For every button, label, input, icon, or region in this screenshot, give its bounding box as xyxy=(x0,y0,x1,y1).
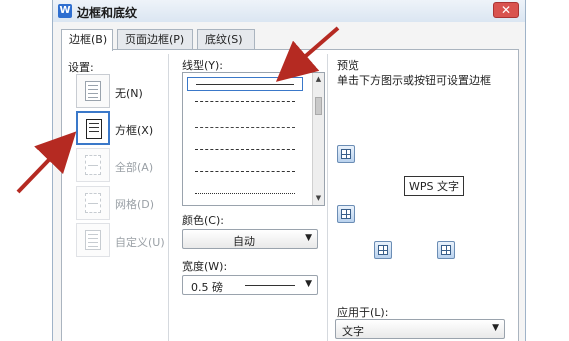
wps-app-icon: W xyxy=(58,4,72,18)
bottom-border-button[interactable] xyxy=(337,205,355,223)
chevron-down-icon: ▼ xyxy=(492,323,499,333)
setting-grid-label[interactable]: 网格(D) xyxy=(115,196,154,212)
line-style-dashed-long[interactable] xyxy=(187,95,303,109)
width-value: 0.5 磅 xyxy=(191,281,223,294)
chevron-down-icon: ▼ xyxy=(305,233,312,243)
doc-box-icon xyxy=(86,119,102,139)
color-dropdown[interactable]: 自动 ▼ xyxy=(182,229,318,249)
preview-hint: 单击下方图示或按钮可设置边框 xyxy=(337,74,491,87)
setting-custom-option[interactable] xyxy=(76,223,110,257)
line-style-list[interactable]: ▲ ▼ xyxy=(182,72,325,206)
border-top-icon xyxy=(341,149,351,159)
tab-page-border[interactable]: 页面边框(P) xyxy=(117,29,193,50)
color-value: 自动 xyxy=(233,235,255,248)
color-label: 颜色(C): xyxy=(182,214,224,227)
setting-none-label[interactable]: 无(N) xyxy=(115,85,143,101)
title-bar: W 边框和底纹 ✕ xyxy=(53,0,525,22)
border-bottom-icon xyxy=(341,209,351,219)
setting-all-option[interactable] xyxy=(76,148,110,182)
setting-all-label[interactable]: 全部(A) xyxy=(115,159,153,175)
line-style-dashed-short[interactable] xyxy=(187,121,303,135)
setting-custom-label[interactable]: 自定义(U) xyxy=(115,234,165,250)
preview-sample-text: WPS 文字 xyxy=(404,176,464,196)
apply-to-value: 文字 xyxy=(342,325,364,338)
line-style-dash-dot[interactable] xyxy=(187,143,303,157)
left-border-button[interactable] xyxy=(374,241,392,259)
close-button[interactable]: ✕ xyxy=(493,2,519,18)
apply-to-dropdown[interactable]: 文字 ▼ xyxy=(335,319,505,339)
line-style-dash-dot-dot[interactable] xyxy=(187,165,303,179)
width-dropdown[interactable]: 0.5 磅 ▼ xyxy=(182,275,318,295)
border-right-icon xyxy=(441,245,451,255)
line-style-scrollbar[interactable]: ▲ ▼ xyxy=(312,73,324,205)
dialog-title: 边框和底纹 xyxy=(77,6,138,20)
setting-box-option[interactable] xyxy=(76,111,110,145)
line-style-dotted[interactable] xyxy=(187,187,303,201)
line-style-solid[interactable] xyxy=(187,77,303,91)
doc-all-icon xyxy=(85,155,101,175)
preview-label: 预览 xyxy=(337,59,359,72)
border-left-icon xyxy=(378,245,388,255)
scroll-down-icon[interactable]: ▼ xyxy=(313,193,324,204)
right-border-button[interactable] xyxy=(437,241,455,259)
tab-borders[interactable]: 边框(B) xyxy=(61,29,113,51)
doc-grid-icon xyxy=(85,193,101,213)
tab-shading[interactable]: 底纹(S) xyxy=(197,29,255,50)
line-style-label: 线型(Y): xyxy=(182,59,224,72)
separator xyxy=(327,54,328,341)
chevron-down-icon: ▼ xyxy=(305,279,312,289)
width-label: 宽度(W): xyxy=(182,260,228,273)
settings-label: 设置: xyxy=(68,61,94,74)
setting-grid-option[interactable] xyxy=(76,186,110,220)
scroll-up-icon[interactable]: ▲ xyxy=(313,74,324,85)
width-line-sample xyxy=(245,285,295,286)
apply-to-label: 应用于(L): xyxy=(337,306,389,319)
doc-none-icon xyxy=(85,81,101,101)
setting-none-option[interactable] xyxy=(76,74,110,108)
doc-custom-icon xyxy=(85,230,101,250)
setting-box-label[interactable]: 方框(X) xyxy=(115,122,153,138)
separator xyxy=(168,54,169,341)
top-border-button[interactable] xyxy=(337,145,355,163)
scroll-thumb[interactable] xyxy=(315,97,322,115)
